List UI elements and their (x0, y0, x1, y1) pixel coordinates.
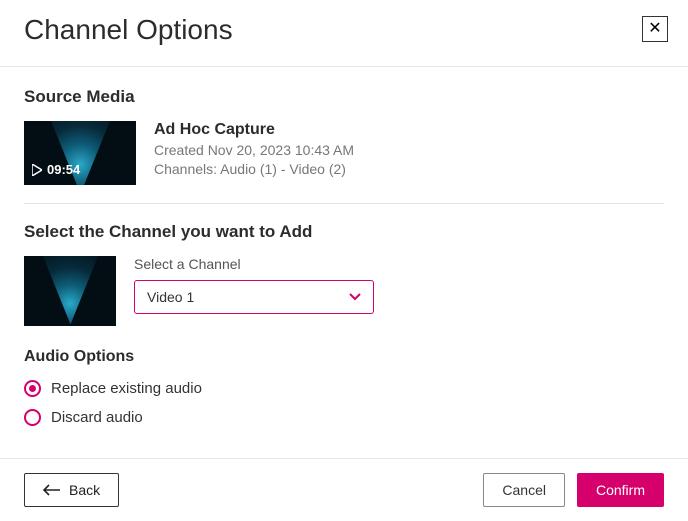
source-media-heading: Source Media (24, 87, 664, 107)
select-channel-label: Select a Channel (134, 256, 664, 272)
confirm-button[interactable]: Confirm (577, 473, 664, 507)
duration-text: 09:54 (47, 162, 80, 177)
close-icon: ✕ (648, 21, 661, 37)
radio-discard-audio[interactable]: Discard audio (24, 409, 664, 426)
divider (24, 203, 664, 204)
channel-select-value: Video 1 (147, 289, 194, 305)
source-title: Ad Hoc Capture (154, 121, 354, 139)
source-created: Created Nov 20, 2023 10:43 AM (154, 141, 354, 160)
channel-select[interactable]: Video 1 (134, 280, 374, 314)
back-button[interactable]: Back (24, 473, 119, 507)
cancel-button[interactable]: Cancel (483, 473, 565, 507)
source-meta: Ad Hoc Capture Created Nov 20, 2023 10:4… (154, 121, 354, 185)
close-button[interactable]: ✕ (642, 16, 668, 42)
duration-badge: 09:54 (32, 162, 80, 177)
audio-options-heading: Audio Options (24, 348, 664, 366)
source-thumbnail[interactable]: 09:54 (24, 121, 136, 185)
radio-icon (24, 409, 41, 426)
select-channel-heading: Select the Channel you want to Add (24, 222, 664, 242)
source-channels: Channels: Audio (1) - Video (2) (154, 160, 354, 179)
chevron-down-icon (349, 293, 361, 301)
source-media-row: 09:54 Ad Hoc Capture Created Nov 20, 202… (24, 121, 664, 185)
confirm-button-label: Confirm (596, 482, 645, 498)
dialog-footer: Back Cancel Confirm (0, 458, 688, 521)
dialog-title: Channel Options (24, 14, 233, 46)
arrow-left-icon (43, 484, 61, 496)
cancel-button-label: Cancel (502, 482, 546, 498)
radio-icon (24, 380, 41, 397)
radio-label: Discard audio (51, 409, 143, 426)
radio-label: Replace existing audio (51, 380, 202, 397)
radio-replace-audio[interactable]: Replace existing audio (24, 380, 664, 397)
channel-thumbnail[interactable] (24, 256, 116, 326)
play-icon (32, 164, 42, 176)
back-button-label: Back (69, 482, 100, 498)
